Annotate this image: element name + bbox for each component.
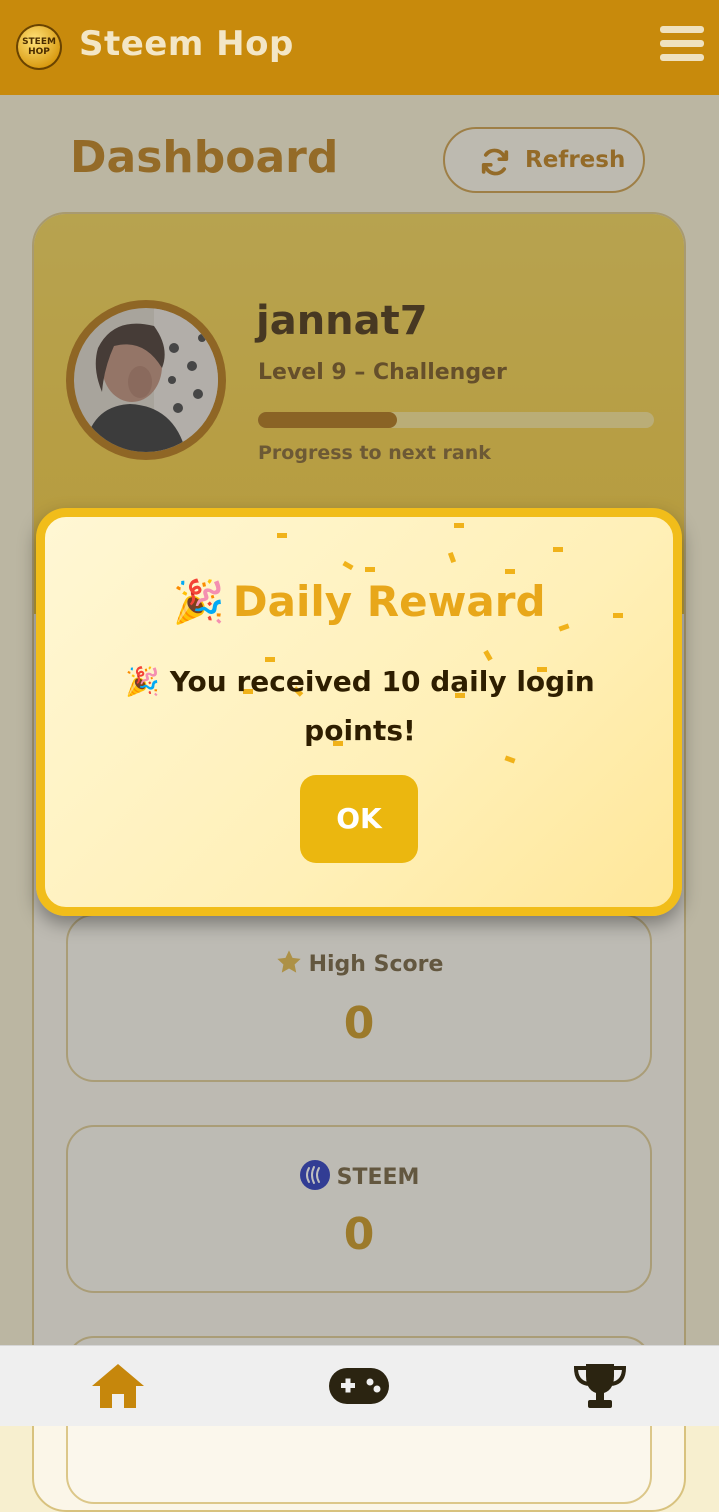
daily-reward-modal: 🎉 Daily Reward 🎉 You received 10 daily lo… (36, 508, 682, 916)
confetti (504, 755, 516, 764)
confetti (447, 551, 457, 564)
confetti (342, 560, 354, 571)
confetti (505, 569, 515, 574)
bottom-nav (0, 1345, 719, 1426)
menu-icon[interactable] (660, 26, 704, 66)
modal-message: 🎉 You received 10 daily login points! (125, 665, 595, 747)
party-popper-icon: 🎉 (172, 577, 225, 626)
gamepad-icon[interactable] (328, 1366, 390, 1410)
app-title: Steem Hop (79, 24, 294, 64)
home-icon[interactable] (90, 1362, 146, 1414)
modal-title-text: Daily Reward (232, 577, 546, 626)
logo-text: STEEM HOP (22, 37, 56, 57)
confetti (553, 547, 563, 552)
trophy-icon[interactable] (572, 1362, 628, 1416)
confetti (277, 533, 287, 538)
top-bar: STEEM HOP Steem Hop (0, 0, 719, 95)
modal-title: 🎉 Daily Reward (45, 577, 673, 627)
app-logo[interactable]: STEEM HOP (16, 24, 62, 70)
ok-button[interactable]: OK (300, 775, 418, 863)
confetti (454, 523, 464, 528)
confetti (365, 567, 375, 572)
